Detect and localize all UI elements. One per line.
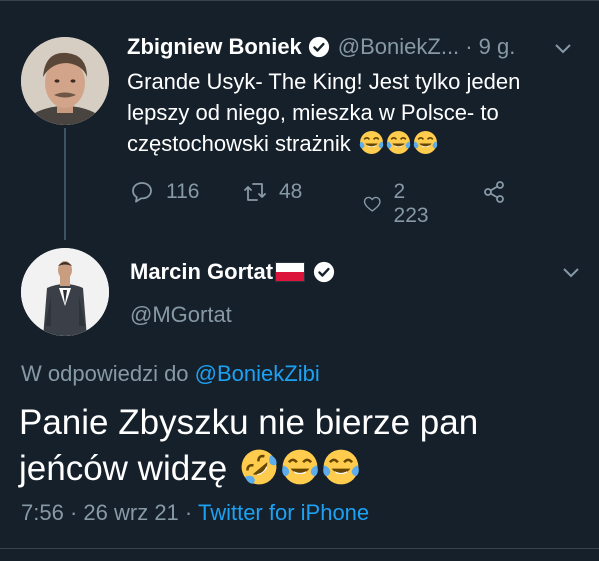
face-with-tears-of-joy-icon (358, 130, 384, 155)
tweet2-text-line: Panie Zbyszku nie bierze pan (19, 403, 479, 442)
tweet2-meta: 7:56 · 26 wrz 21 · Twitter for iPhone (21, 500, 369, 526)
tweet1-line: lepszy od niego, mieszka w Polsce- to (127, 100, 499, 125)
tweet2-text: Panie Zbyszku nie bierze pan jeńców widz… (19, 400, 478, 492)
tweet1-line: Grande Usyk- The King! Jest tylko jeden (127, 69, 521, 94)
top-divider (0, 0, 599, 1)
verified-icon (313, 261, 335, 283)
avatar-gortat[interactable] (21, 248, 109, 336)
thread-line (64, 128, 66, 240)
tweet1-handle[interactable]: @BoniekZ... (338, 34, 459, 60)
tweet2-date[interactable]: 26 wrz 21 (83, 500, 178, 525)
replying-handle-link[interactable]: @BoniekZibi (195, 361, 320, 386)
like-icon (363, 196, 381, 212)
face-with-tears-of-joy-icon (385, 130, 411, 155)
avatar-boniek[interactable] (21, 37, 109, 125)
tweet2-handle[interactable]: @MGortat (130, 302, 232, 328)
tweet2-author-name-row: Marcin Gortat (130, 259, 343, 285)
poland-flag-icon (275, 262, 306, 282)
retweet-count: 48 (279, 180, 303, 203)
reply-count: 116 (166, 180, 200, 203)
face-with-tears-of-joy-icon (321, 448, 360, 486)
verified-icon (308, 36, 329, 58)
reply-action[interactable]: 116 (130, 180, 199, 204)
tweet1-line: częstochowski strażnik (127, 131, 351, 156)
meta-separator: · (69, 500, 78, 525)
tweet2-author-name[interactable]: Marcin Gortat (130, 259, 273, 285)
like-count: 2 223 (393, 180, 429, 227)
tweet1-author-name[interactable]: Zbigniew Boniek (127, 34, 302, 60)
tweet2-time[interactable]: 7:56 (21, 500, 64, 525)
reply-icon (132, 182, 152, 203)
face-with-tears-of-joy-icon (412, 130, 438, 155)
chevron-down-icon[interactable] (561, 262, 581, 282)
replying-to: W odpowiedzi do @BoniekZibi (21, 361, 320, 387)
tweet1-time[interactable]: · 9 g. (465, 34, 515, 60)
like-action[interactable]: 2 223 (363, 180, 434, 228)
tweet2-source-link[interactable]: Twitter for iPhone (198, 500, 369, 525)
replying-prefix: W odpowiedzi do (21, 361, 189, 386)
face-with-tears-of-joy-icon (280, 448, 319, 486)
tweet1-header: Zbigniew Boniek @BoniekZ... · 9 g. (127, 34, 515, 60)
tweet1-text: Grande Usyk- The King! Jest tylko jeden … (127, 66, 577, 159)
share-action[interactable] (482, 180, 518, 204)
tweet2-text-line: jeńców widzę (19, 449, 228, 488)
share-icon (484, 181, 504, 203)
bottom-divider (0, 548, 599, 549)
meta-separator: · (184, 500, 193, 525)
rolling-on-the-floor-laughing-icon (240, 448, 278, 486)
retweet-action[interactable]: 48 (243, 180, 302, 204)
retweet-icon (244, 183, 266, 201)
chevron-down-icon[interactable] (553, 38, 573, 58)
